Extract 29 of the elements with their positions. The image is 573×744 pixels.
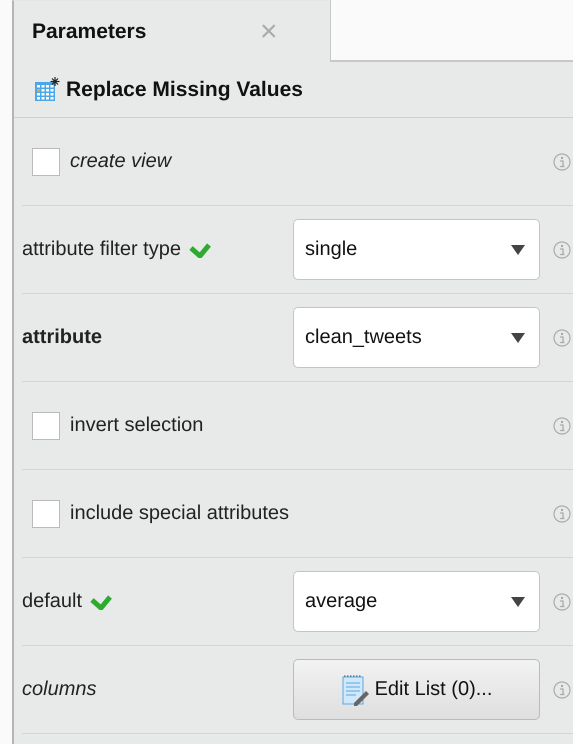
parameter-label: include special attributes (70, 502, 290, 525)
parameter-label: attribute filter type (22, 238, 181, 261)
info-icon[interactable] (553, 592, 571, 610)
caret-icon (511, 244, 525, 254)
tab-label: Parameters (32, 20, 148, 44)
info-icon[interactable] (553, 416, 571, 434)
dropdown[interactable]: single (293, 219, 540, 280)
edit-list-button[interactable]: Edit List (0)... (293, 659, 540, 720)
checkbox[interactable] (32, 148, 60, 176)
notepad-icon (340, 674, 369, 706)
dropdown[interactable]: clean_tweets (293, 307, 540, 368)
info-icon[interactable] (553, 328, 571, 346)
dropdown[interactable]: average (293, 571, 540, 632)
info-icon[interactable] (553, 240, 571, 258)
info-icon[interactable] (553, 680, 571, 698)
checkbox[interactable] (32, 500, 60, 528)
caret-icon (511, 596, 525, 606)
checkbox[interactable] (32, 412, 60, 440)
parameter-label: create view (70, 150, 172, 173)
operator-title: Replace Missing Values (66, 78, 303, 102)
parameter-label: attribute (22, 326, 102, 349)
caret-icon (511, 332, 525, 342)
parameter-label: columns (22, 678, 96, 701)
table-icon (34, 76, 60, 102)
info-icon[interactable] (553, 152, 571, 170)
info-icon[interactable] (553, 504, 571, 522)
parameter-label: invert selection (70, 414, 204, 437)
parameters-tab[interactable]: Parameters × (12, 0, 330, 62)
parameter-label: default (22, 590, 82, 613)
